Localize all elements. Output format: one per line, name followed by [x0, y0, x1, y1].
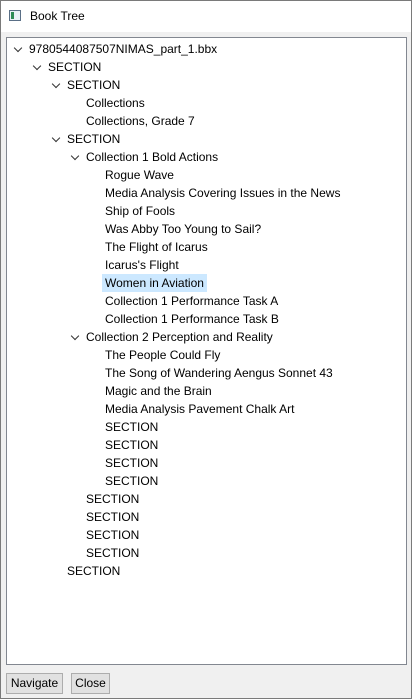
chevron-down-icon[interactable] [70, 148, 80, 166]
tree-node[interactable]: Ship of Fools [7, 202, 406, 220]
tree-node[interactable]: Collection 1 Performance Task A [7, 292, 406, 310]
tree-node[interactable]: Collection 2 Perception and Reality [7, 328, 406, 346]
tree-node[interactable]: SECTION [7, 508, 406, 526]
button-bar: Navigate Close [1, 665, 411, 698]
tree-node[interactable]: Icarus's Flight [7, 256, 406, 274]
tree-node-label: Media Analysis Pavement Chalk Art [105, 402, 295, 416]
close-button[interactable]: Close [71, 673, 110, 694]
title-bar[interactable]: Book Tree [1, 1, 411, 32]
tree-node-label: Women in Aviation [102, 274, 207, 292]
tree-node[interactable]: The People Could Fly [7, 346, 406, 364]
tree-node[interactable]: SECTION [7, 490, 406, 508]
chevron-down-icon[interactable] [51, 130, 61, 148]
app-window-icon [9, 10, 21, 21]
tree-node-label: Collection 1 Performance Task B [105, 312, 279, 326]
book-tree-view[interactable]: 9780544087507NIMAS_part_1.bbx SECTION SECT… [6, 37, 407, 665]
tree-node-label: SECTION [105, 474, 159, 488]
chevron-down-icon[interactable] [32, 58, 42, 76]
tree-node[interactable]: Media Analysis Covering Issues in the Ne… [7, 184, 406, 202]
tree-node[interactable]: SECTION [7, 526, 406, 544]
tree-node[interactable]: Women in Aviation [7, 274, 406, 292]
chevron-down-icon[interactable] [51, 76, 61, 94]
tree-node-label: SECTION [86, 510, 140, 524]
book-tree-window: Book Tree 9780544087507NIMAS_part_1.bbx S… [0, 0, 412, 699]
tree-node[interactable]: Magic and the Brain [7, 382, 406, 400]
tree-node-label: Icarus's Flight [105, 258, 179, 272]
tree-node-label: SECTION [86, 546, 140, 560]
tree-node-label: SECTION [48, 60, 102, 74]
tree-node[interactable]: SECTION [7, 76, 406, 94]
tree-node-label: Rogue Wave [105, 168, 174, 182]
tree-node-label: SECTION [67, 78, 121, 92]
tree-node-label: Was Abby Too Young to Sail? [105, 222, 262, 236]
tree-node[interactable]: Collection 1 Performance Task B [7, 310, 406, 328]
tree-node-label: SECTION [105, 420, 159, 434]
tree-node[interactable]: SECTION [7, 58, 406, 76]
window-title: Book Tree [30, 9, 85, 23]
tree-node-label: The Flight of Icarus [105, 240, 208, 254]
tree-node-label: Collections, Grade 7 [86, 114, 195, 128]
tree-node-label: Collection 1 Bold Actions [86, 150, 219, 164]
tree-node[interactable]: Collections, Grade 7 [7, 112, 406, 130]
tree-node-label: SECTION [86, 528, 140, 542]
tree-node-label: SECTION [105, 438, 159, 452]
tree-node[interactable]: SECTION [7, 544, 406, 562]
tree-node[interactable]: SECTION [7, 130, 406, 148]
tree-node-label: Ship of Fools [105, 204, 176, 218]
tree-node[interactable]: Media Analysis Pavement Chalk Art [7, 400, 406, 418]
tree-node[interactable]: SECTION [7, 472, 406, 490]
tree-node-label: Collection 1 Performance Task A [105, 294, 279, 308]
tree-node-label: Collection 2 Perception and Reality [86, 330, 273, 344]
tree-node-label: Collections [86, 96, 145, 110]
tree-node-label: SECTION [67, 564, 121, 578]
tree-node-label: The People Could Fly [105, 348, 221, 362]
tree-node[interactable]: Was Abby Too Young to Sail? [7, 220, 406, 238]
tree-node-label: 9780544087507NIMAS_part_1.bbx [29, 42, 218, 56]
tree-node[interactable]: SECTION [7, 454, 406, 472]
chevron-down-icon[interactable] [13, 40, 23, 58]
tree-node-label: SECTION [105, 456, 159, 470]
tree-node[interactable]: Collections [7, 94, 406, 112]
tree-node[interactable]: 9780544087507NIMAS_part_1.bbx [7, 40, 406, 58]
tree-node[interactable]: The Song of Wandering Aengus Sonnet 43 [7, 364, 406, 382]
tree-node[interactable]: The Flight of Icarus [7, 238, 406, 256]
tree-node[interactable]: SECTION [7, 418, 406, 436]
tree-node-label: SECTION [67, 132, 121, 146]
tree-node[interactable]: Rogue Wave [7, 166, 406, 184]
tree-node[interactable]: Collection 1 Bold Actions [7, 148, 406, 166]
tree-node-label: Media Analysis Covering Issues in the Ne… [105, 186, 341, 200]
tree-node-label: Magic and the Brain [105, 384, 212, 398]
tree-node[interactable]: SECTION [7, 562, 406, 580]
tree-node-label: The Song of Wandering Aengus Sonnet 43 [105, 366, 333, 380]
navigate-button[interactable]: Navigate [6, 673, 63, 694]
tree-node[interactable]: SECTION [7, 436, 406, 454]
chevron-down-icon[interactable] [70, 328, 80, 346]
tree-node-label: SECTION [86, 492, 140, 506]
